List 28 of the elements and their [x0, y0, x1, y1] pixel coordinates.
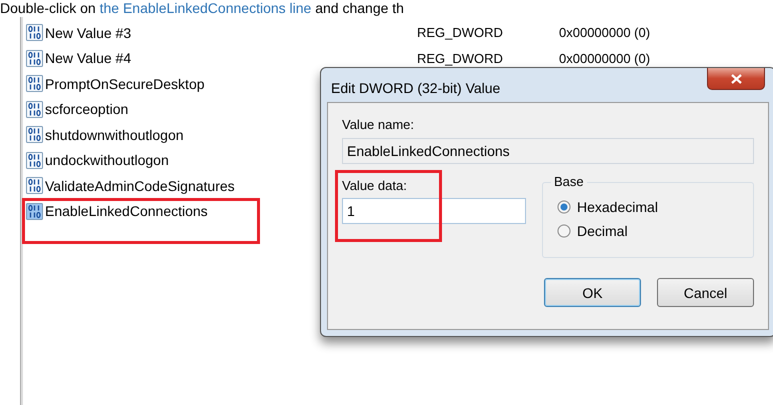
- dialog-button[interactable]: OK: [544, 278, 641, 307]
- value-data: 0x00000000 (0): [559, 50, 650, 66]
- radio-option[interactable]: Decimal: [557, 223, 739, 239]
- binary-value-icon: [26, 202, 43, 220]
- binary-value-icon: [26, 75, 43, 92]
- value-data-field[interactable]: 1: [342, 198, 526, 224]
- value-data-label: Value data:: [342, 178, 408, 193]
- value-name[interactable]: New Value #4: [45, 50, 417, 66]
- value-data: 0x00000000 (0): [559, 25, 650, 40]
- base-label: Base: [551, 174, 587, 189]
- binary-value-icon: [26, 126, 43, 144]
- value-name-field: EnableLinkedConnections: [342, 138, 754, 164]
- dialog-button[interactable]: Cancel: [657, 278, 754, 307]
- close-button[interactable]: [707, 68, 765, 90]
- instruction-text: Double-click on the EnableLinkedConnections line and change th: [0, 0, 405, 17]
- value-name-label: Value name:: [342, 117, 416, 132]
- binary-value-icon: [26, 100, 43, 118]
- instruction-link[interactable]: the EnableLinkedConnections line: [100, 0, 312, 16]
- binary-value-icon: [26, 177, 43, 194]
- dialog-title: Edit DWORD (32-bit) Value: [330, 79, 500, 96]
- value-name[interactable]: New Value #3: [45, 24, 417, 41]
- radio-option[interactable]: Hexadecimal: [557, 199, 739, 215]
- value-type: REG_DWORD: [417, 50, 504, 66]
- close-icon: [730, 74, 742, 84]
- binary-value-icon: [26, 152, 43, 169]
- binary-value-icon: [26, 50, 43, 67]
- binary-value-icon: [26, 24, 43, 42]
- value-type: REG_DWORD: [417, 25, 504, 40]
